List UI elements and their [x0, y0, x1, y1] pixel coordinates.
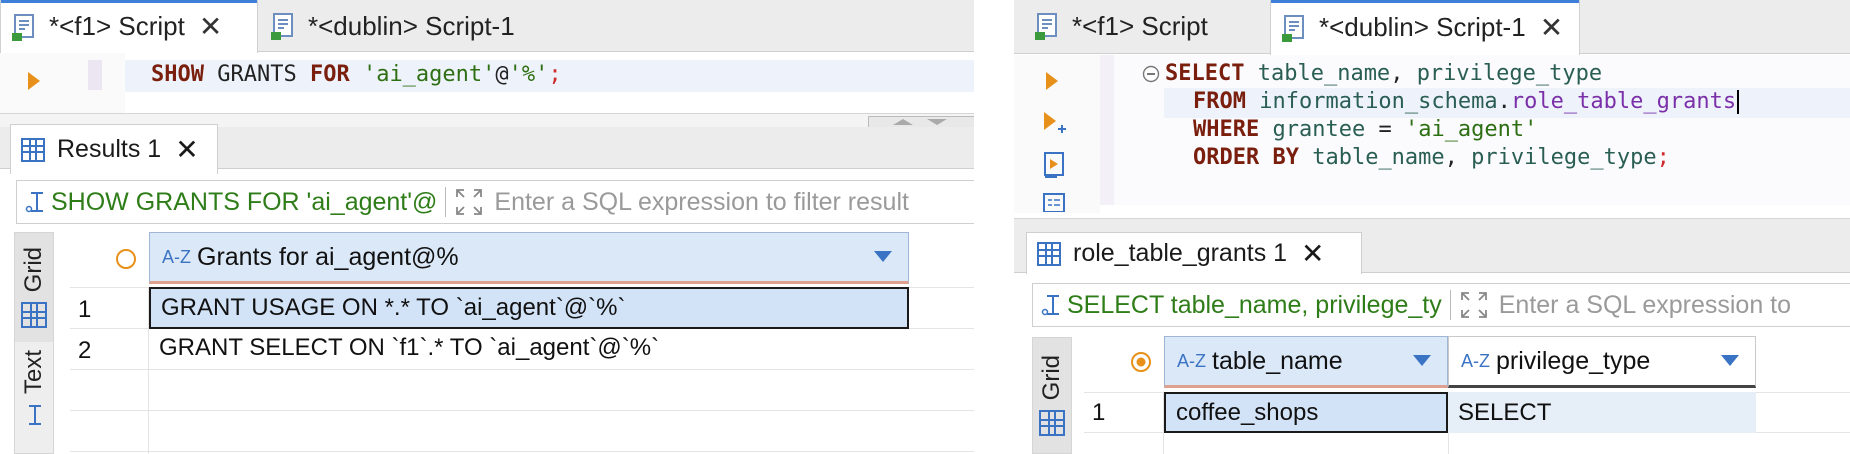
filter-query-text: SHOW GRANTS FOR 'ai_agent'@: [51, 187, 438, 216]
sql-script-icon: [11, 12, 41, 42]
privilege-type-cell[interactable]: SELECT: [1448, 392, 1756, 433]
row-divider: [70, 369, 974, 370]
tab-f1-script[interactable]: *<f1> Script ✕: [0, 0, 258, 53]
text-view-icon: [29, 404, 41, 425]
table-name-cell[interactable]: coffee_shops: [1164, 392, 1448, 433]
sql-line-1: SHOW GRANTS FOR 'ai_agent'@'%';: [151, 62, 562, 87]
result-filter-bar[interactable]: SHOW GRANTS FOR 'ai_agent'@ Enter a SQL …: [16, 180, 974, 224]
sql-editor[interactable]: SHOW GRANTS FOR 'ai_agent'@'%';: [0, 53, 974, 113]
filter-separator: [445, 187, 447, 217]
result-view-switcher: Grid Text: [14, 232, 54, 454]
tab-label: *<f1> Script: [1072, 10, 1208, 41]
close-icon[interactable]: ✕: [1540, 13, 1563, 42]
editor-tab-bar: *<f1> Script ✕ *<dublin> Script-1: [0, 0, 974, 53]
sql-line-4: ORDER BY table_name, privilege_type;: [1193, 145, 1670, 170]
filter-input[interactable]: Enter a SQL expression to: [1499, 291, 1791, 320]
dropdown-arrow-icon[interactable]: [1413, 355, 1431, 366]
editor-tab-bar: *<f1> Script *<dublin> Script-1 ✕: [1014, 0, 1850, 55]
column-header-table-name[interactable]: A-Z table_name: [1164, 336, 1448, 388]
text-label: Text: [20, 349, 47, 394]
filter-separator: [1449, 290, 1451, 320]
row-select-all-icon[interactable]: [1129, 350, 1153, 374]
sql-line-1: SELECT table_name, privilege_type: [1165, 61, 1603, 86]
result-view-switcher: Grid: [1032, 337, 1072, 454]
execute-new-tab-icon[interactable]: [1042, 110, 1068, 136]
sql-script-icon: [1034, 11, 1064, 41]
expand-icon[interactable]: [454, 187, 484, 217]
grid-icon: [1039, 410, 1065, 437]
collapse-icon[interactable]: [1142, 65, 1160, 83]
grant-cell[interactable]: GRANT SELECT ON `f1`.* TO `ai_agent`@`%`: [149, 328, 909, 368]
explain-plan-icon[interactable]: [1042, 192, 1066, 212]
sql-line-3: WHERE grantee = 'ai_agent': [1193, 117, 1538, 142]
column-header-grants[interactable]: A-Z Grants for ai_agent@%: [149, 232, 909, 284]
text-cursor: [1737, 90, 1740, 114]
filter-query-text: SELECT table_name, privilege_ty: [1067, 290, 1442, 319]
row-select-all-icon[interactable]: [114, 247, 138, 271]
filter-query-icon[interactable]: [1041, 292, 1063, 318]
tab-label: *<f1> Script: [49, 11, 185, 41]
sql-line-2: FROM information_schema.role_table_grant…: [1193, 88, 1740, 116]
line-marker: [88, 60, 102, 90]
row-divider: [70, 451, 974, 452]
close-icon[interactable]: ✕: [175, 133, 198, 166]
close-icon[interactable]: ✕: [199, 12, 222, 41]
tab-dublin-script[interactable]: *<dublin> Script-1: [260, 0, 560, 52]
editor-gutter: [0, 53, 125, 113]
sort-az-icon: A-Z: [162, 246, 191, 267]
row-number: 1: [78, 296, 92, 323]
filter-query-icon[interactable]: [25, 189, 47, 215]
sql-script-icon: [270, 11, 300, 41]
dropdown-arrow-icon[interactable]: [1721, 355, 1739, 366]
tab-results-1[interactable]: Results 1 ✕: [10, 124, 218, 174]
table-icon: [1037, 241, 1061, 266]
pane-gap: [974, 0, 1014, 454]
grid-view-toggle[interactable]: Grid: [1033, 338, 1071, 453]
grid-view-toggle[interactable]: Grid: [15, 233, 53, 342]
table-icon: [21, 137, 45, 162]
sql-script-icon: [1281, 13, 1311, 43]
column-header-label: privilege_type: [1496, 346, 1651, 375]
grid-label: Grid: [1038, 354, 1065, 401]
dropdown-arrow-icon[interactable]: [874, 251, 892, 262]
left-editor-pane: *<f1> Script ✕ *<dublin> Script-1 SHOW G…: [0, 0, 974, 454]
statement-marker: [1100, 55, 1114, 205]
execute-script-icon[interactable]: [1042, 151, 1066, 179]
right-editor-pane: *<f1> Script *<dublin> Script-1 ✕ SELECT…: [1014, 0, 1850, 454]
grid-icon: [21, 302, 47, 329]
column-header-label: Grants for ai_agent@%: [197, 242, 459, 271]
result-filter-bar[interactable]: SELECT table_name, privilege_ty Enter a …: [1032, 283, 1850, 327]
grid-label: Grid: [20, 246, 47, 293]
column-header-privilege-type[interactable]: A-Z privilege_type: [1448, 336, 1756, 388]
tab-role-table-grants[interactable]: role_table_grants 1 ✕: [1026, 232, 1362, 274]
tab-dublin-script[interactable]: *<dublin> Script-1 ✕: [1270, 0, 1580, 55]
row-number: 1: [1092, 399, 1106, 426]
sort-az-icon: A-Z: [1177, 350, 1206, 371]
sort-az-icon: A-Z: [1461, 350, 1490, 371]
results-tab-label: Results 1: [57, 135, 162, 163]
tab-label: *<dublin> Script-1: [1319, 12, 1526, 42]
row-number: 2: [78, 337, 92, 364]
tab-f1-script[interactable]: *<f1> Script: [1024, 0, 1264, 52]
sql-editor[interactable]: SELECT table_name, privilege_type FROM i…: [1014, 55, 1850, 213]
column-header-label: table_name: [1212, 346, 1343, 375]
results-tab-label: role_table_grants 1: [1073, 239, 1288, 267]
tab-label: *<dublin> Script-1: [308, 10, 515, 41]
expand-icon[interactable]: [1459, 290, 1489, 320]
execute-statement-icon[interactable]: [1044, 70, 1060, 92]
row-divider: [70, 410, 974, 411]
filter-input[interactable]: Enter a SQL expression to filter result: [494, 188, 909, 217]
text-view-toggle[interactable]: Text: [15, 342, 53, 453]
close-icon[interactable]: ✕: [1301, 237, 1324, 270]
execute-icon[interactable]: [26, 70, 42, 92]
grant-cell[interactable]: GRANT USAGE ON *.* TO `ai_agent`@`%`: [149, 287, 909, 329]
